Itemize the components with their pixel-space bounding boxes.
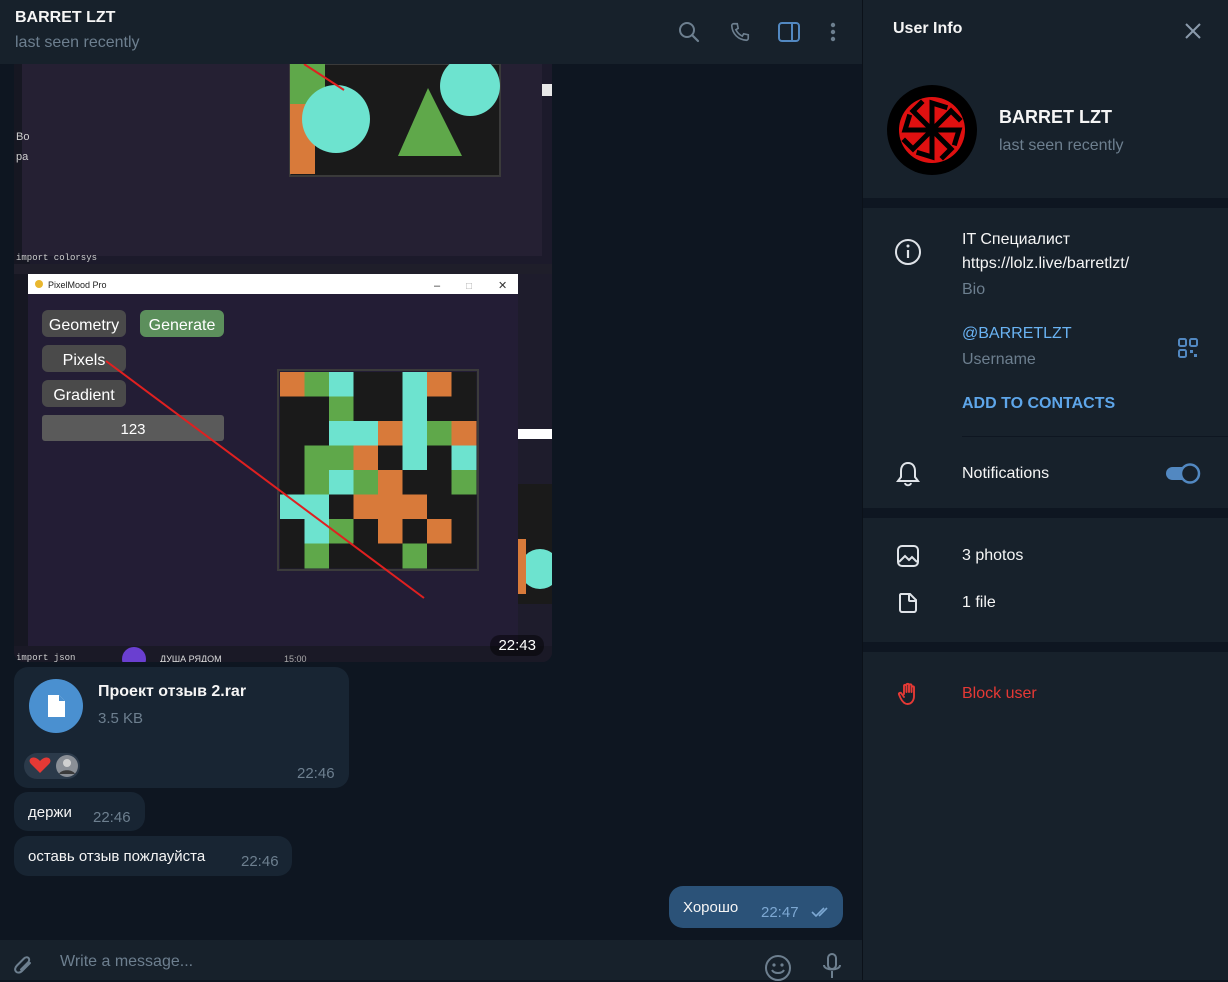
search-icon[interactable]: [675, 18, 703, 46]
svg-text:Gradient: Gradient: [53, 387, 115, 404]
file-name[interactable]: Проект отзыв 2.rar: [98, 683, 246, 701]
chat-title[interactable]: BARRET LZT: [15, 9, 115, 27]
media-section: 3 photos 1 file: [863, 518, 1228, 642]
actions-section: Block user: [863, 652, 1228, 980]
photo-album-message[interactable]: Во ра import colorsys PixelMood Pro – □ …: [14, 64, 552, 662]
photos-link[interactable]: 3 photos: [962, 547, 1023, 565]
more-vertical-icon[interactable]: [819, 18, 847, 46]
user-info-panel: User Info BARRET LZT last seen recently: [863, 0, 1228, 980]
notifications-label: Notifications: [962, 465, 1050, 482]
svg-text:ДУША РЯДОМ: ДУША РЯДОМ: [160, 654, 222, 662]
chat-area: BARRET LZT last seen recently Во ра impo…: [0, 0, 862, 982]
bell-icon: [896, 461, 920, 487]
profile-name: BARRET LZT: [999, 107, 1112, 127]
svg-text:–: –: [434, 280, 441, 292]
file-icon: [899, 593, 917, 613]
profile-status: last seen recently: [999, 137, 1124, 154]
message-composer: [0, 940, 862, 982]
phone-icon[interactable]: [726, 18, 754, 46]
message-timestamp: 22:46: [93, 809, 131, 826]
svg-text:ра: ра: [16, 151, 29, 163]
svg-text:15:00: 15:00: [284, 654, 307, 662]
photo-timestamp: 22:43: [490, 635, 544, 656]
screenshot-image[interactable]: Во ра import colorsys PixelMood Pro – □ …: [14, 64, 552, 662]
message-text: Хорошо: [683, 899, 739, 916]
file-timestamp: 22:46: [297, 765, 335, 782]
emoji-icon[interactable]: [764, 954, 792, 982]
profile-section: User Info BARRET LZT last seen recently: [863, 0, 1228, 198]
heart-icon: [29, 757, 51, 773]
separator: [962, 436, 1228, 437]
paperclip-icon[interactable]: [12, 954, 36, 978]
qr-code-icon[interactable]: [1176, 336, 1200, 360]
notifications-toggle[interactable]: [1165, 462, 1201, 484]
file-message[interactable]: Проект отзыв 2.rar 3.5 KB 22:46: [14, 667, 349, 788]
file-download-icon[interactable]: [29, 679, 83, 733]
message-bubble[interactable]: оставь отзыв пожлауйста 22:46: [14, 836, 292, 876]
chat-status: last seen recently: [15, 34, 140, 51]
file-size: 3.5 KB: [98, 710, 144, 727]
svg-text:Generate: Generate: [149, 317, 216, 334]
svg-text:import colorsys: import colorsys: [16, 253, 97, 263]
username-label: Username: [962, 351, 1036, 368]
message-timestamp: 22:47: [761, 904, 799, 921]
chat-header[interactable]: BARRET LZT last seen recently: [0, 0, 862, 64]
message-bubble[interactable]: держи 22:46: [14, 792, 145, 831]
message-input[interactable]: [58, 950, 662, 974]
close-icon[interactable]: [1183, 21, 1203, 41]
svg-text:✕: ✕: [498, 280, 507, 292]
panel-title: User Info: [893, 20, 963, 37]
files-link[interactable]: 1 file: [962, 594, 996, 612]
outgoing-message-bubble[interactable]: Хорошо 22:47: [669, 886, 843, 928]
bio-link[interactable]: https://lolz.live/barretlzt/: [962, 255, 1129, 273]
reaction-badge[interactable]: [24, 753, 80, 779]
message-text: держи: [28, 804, 72, 821]
svg-text:Pixels: Pixels: [63, 352, 106, 369]
block-user-button[interactable]: Block user: [962, 685, 1037, 703]
sidebar-toggle-icon[interactable]: [775, 18, 803, 46]
photo-icon: [897, 545, 919, 567]
double-check-icon: [811, 907, 828, 918]
block-hand-icon: [897, 682, 915, 705]
app-window-title: PixelMood Pro: [48, 280, 107, 290]
bio-line: IT Специалист: [962, 231, 1071, 248]
add-to-contacts-button[interactable]: ADD TO CONTACTS: [962, 395, 1115, 413]
microphone-icon[interactable]: [821, 952, 843, 980]
pixel-grid-image: [280, 372, 477, 569]
message-timestamp: 22:46: [241, 853, 279, 870]
message-text: оставь отзыв пожлауйста: [28, 848, 206, 865]
svg-text:123: 123: [120, 421, 145, 438]
svg-text:import json: import json: [16, 653, 75, 662]
svg-text:Во: Во: [16, 131, 29, 143]
info-icon: [895, 239, 921, 265]
svg-text:□: □: [466, 281, 472, 292]
bio-label: Bio: [962, 281, 986, 298]
username[interactable]: @BARRETLZT: [962, 325, 1072, 343]
svg-text:Geometry: Geometry: [49, 317, 119, 334]
avatar[interactable]: [887, 85, 977, 175]
